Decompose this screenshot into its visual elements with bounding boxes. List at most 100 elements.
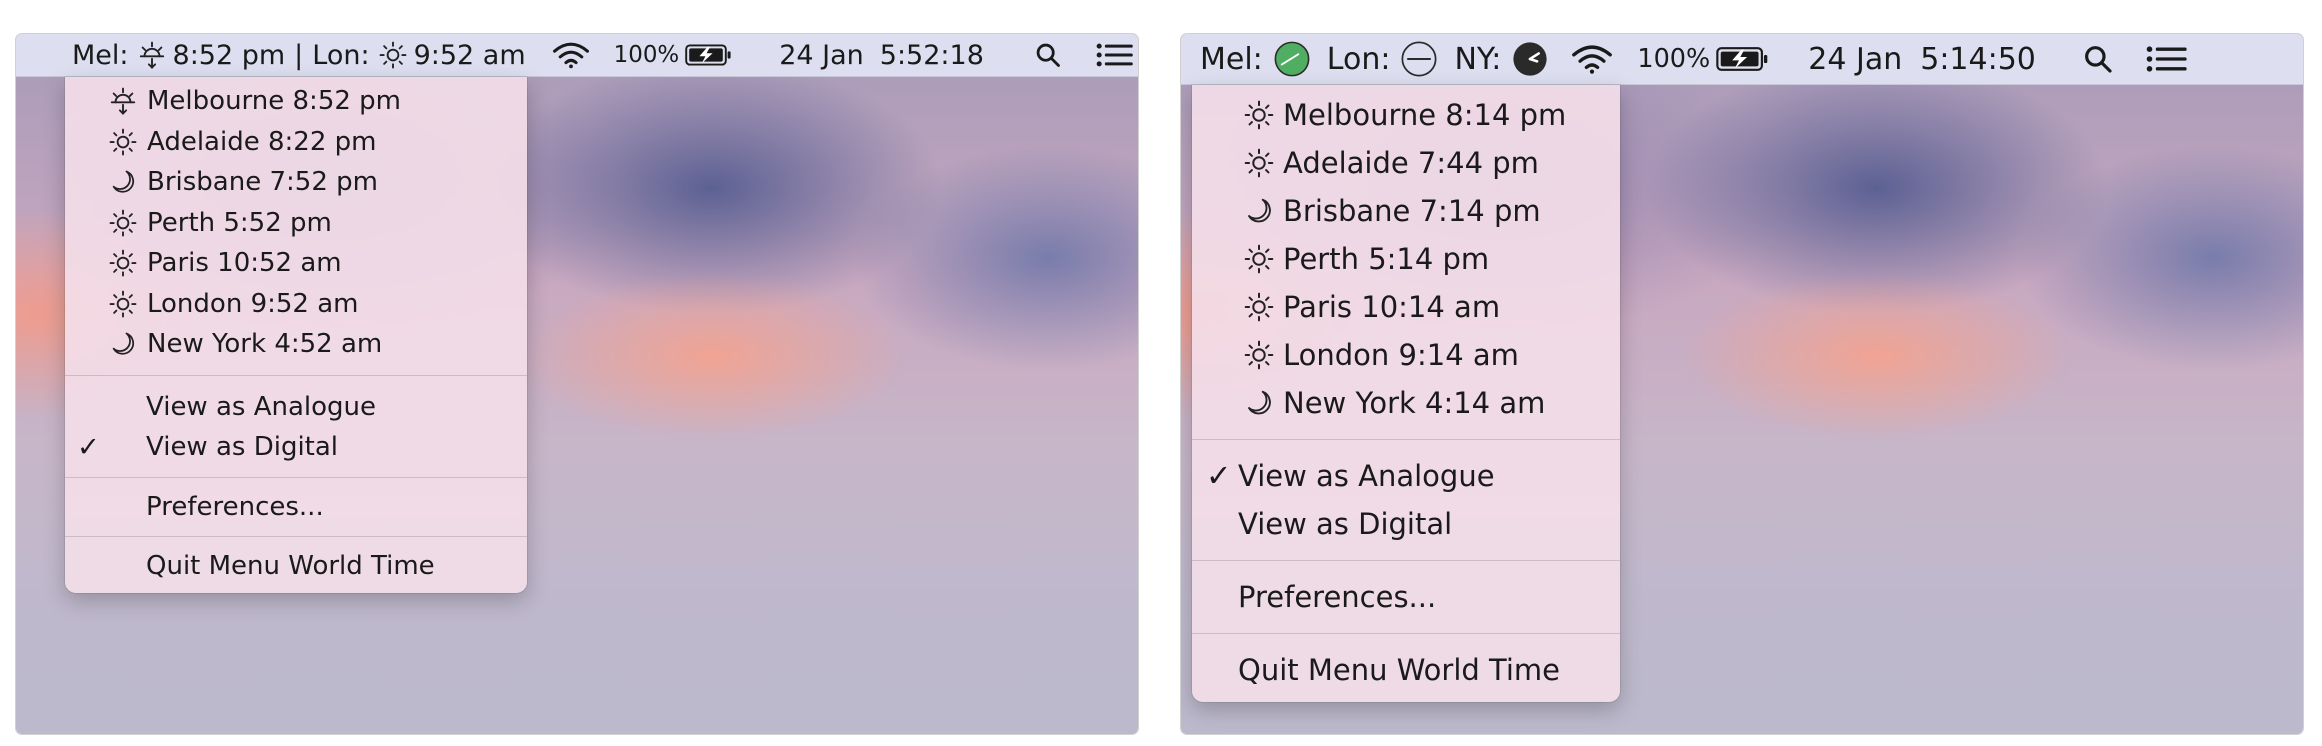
menu-item-brisbane[interactable]: Brisbane 7:14 pm: [1192, 187, 1620, 235]
menubar-clock[interactable]: 5:52:18: [880, 40, 984, 71]
lon-label: Lon:: [312, 39, 370, 71]
right-screenshot-panel: Mel: Lon: NY: 100% 24 Jan 5:14:50 Melbou…: [1181, 34, 2303, 734]
menubar-date[interactable]: 24 Jan: [779, 40, 864, 71]
sun-icon: [105, 127, 141, 157]
menu-item-label: Melbourne 8:14 pm: [1283, 98, 1567, 132]
menu-separator: [65, 374, 527, 376]
battery-charging-icon: [685, 43, 733, 67]
menu-item-quit[interactable]: Quit Menu World Time: [1192, 646, 1620, 694]
notification-center-icon[interactable]: [1096, 42, 1134, 68]
menu-item-adelaide[interactable]: Adelaide 8:22 pm: [65, 122, 527, 163]
world-time-menu-extra[interactable]: Mel: 8:52 pm | Lon: 9:52 am: [72, 40, 526, 71]
menu-item-label: View as Digital: [1238, 507, 1453, 541]
mel-label: Mel:: [1200, 41, 1263, 77]
menu-item-label: View as Analogue: [146, 391, 377, 422]
sun-icon: [378, 40, 408, 70]
menu-item-label: New York 4:52 am: [147, 329, 383, 360]
menu-item-perth[interactable]: Perth 5:14 pm: [1192, 235, 1620, 283]
menu-item-view-analogue[interactable]: View as Analogue: [65, 387, 527, 428]
sunset-icon: [105, 86, 141, 116]
menu-item-brisbane[interactable]: Brisbane 7:52 pm: [65, 162, 527, 203]
ny-label: NY:: [1454, 41, 1502, 77]
menu-item-london[interactable]: London 9:14 am: [1192, 331, 1620, 379]
lon-label: Lon:: [1326, 41, 1391, 77]
time-divider: |: [294, 39, 304, 71]
menu-item-label: Adelaide 7:44 pm: [1283, 146, 1539, 180]
analogue-clock-icon: [1400, 40, 1438, 78]
menu-separator: [65, 536, 527, 537]
moon-icon: [105, 168, 141, 196]
menu-item-preferences[interactable]: Preferences...: [65, 487, 527, 528]
left-screenshot-panel: Mel: 8:52 pm | Lon: 9:52 am 100% 24 Jan …: [16, 34, 1138, 734]
battery-percent: 100%: [1637, 44, 1711, 74]
menu-bar: Mel: Lon: NY: 100% 24 Jan 5:14:50: [1181, 34, 2303, 85]
lon-time: 9:52 am: [413, 39, 526, 71]
battery-percent: 100%: [613, 42, 680, 68]
menu-item-label: Quit Menu World Time: [1238, 653, 1560, 687]
menu-item-label: Quit Menu World Time: [146, 551, 435, 582]
checkmark-icon: ✓: [1206, 458, 1232, 494]
menu-item-perth[interactable]: Perth 5:52 pm: [65, 203, 527, 244]
menu-item-label: Melbourne 8:52 pm: [147, 86, 401, 117]
sunset-icon: [137, 40, 167, 70]
menu-item-london[interactable]: London 9:52 am: [65, 284, 527, 325]
menu-item-quit[interactable]: Quit Menu World Time: [65, 546, 527, 587]
menu-separator: [65, 476, 527, 478]
battery-status[interactable]: 100%: [1637, 44, 1770, 74]
search-icon[interactable]: [2082, 43, 2114, 75]
sun-icon: [1241, 99, 1277, 131]
moon-icon: [1241, 388, 1277, 418]
menu-item-adelaide[interactable]: Adelaide 7:44 pm: [1192, 139, 1620, 187]
sun-icon: [1241, 291, 1277, 323]
menu-item-melbourne[interactable]: Melbourne 8:52 pm: [65, 81, 527, 122]
world-time-dropdown-menu: Melbourne 8:14 pm Adelaide 7:44 pm Brisb…: [1192, 85, 1620, 702]
sun-icon: [105, 248, 141, 278]
world-time-dropdown-menu: Melbourne 8:52 pm Adelaide 8:22 pm Brisb…: [65, 77, 527, 593]
analogue-clock-icon: [1273, 40, 1311, 78]
menu-item-label: Brisbane 7:14 pm: [1283, 194, 1541, 228]
sun-icon: [1241, 339, 1277, 371]
mel-label: Mel:: [72, 39, 129, 71]
moon-icon: [1241, 196, 1277, 226]
battery-status[interactable]: 100%: [614, 42, 734, 68]
menu-item-melbourne[interactable]: Melbourne 8:14 pm: [1192, 91, 1620, 139]
menu-item-paris[interactable]: Paris 10:52 am: [65, 243, 527, 284]
menu-item-view-analogue[interactable]: ✓ View as Analogue: [1192, 452, 1620, 500]
menu-item-paris[interactable]: Paris 10:14 am: [1192, 283, 1620, 331]
notification-center-icon[interactable]: [2146, 45, 2188, 73]
sun-icon: [105, 289, 141, 319]
sun-icon: [105, 208, 141, 238]
menu-separator: [1192, 439, 1620, 440]
sun-icon: [1241, 243, 1277, 275]
menu-item-label: Preferences...: [1238, 580, 1437, 614]
menu-item-label: Perth 5:14 pm: [1283, 242, 1490, 276]
menu-item-label: London 9:52 am: [147, 288, 359, 319]
analogue-clock-icon: [1511, 40, 1549, 78]
world-time-menu-extra[interactable]: Mel: Lon: NY:: [1200, 40, 1549, 78]
menu-item-new-york[interactable]: New York 4:52 am: [65, 324, 527, 365]
menu-item-label: View as Digital: [146, 432, 339, 463]
battery-charging-icon: [1716, 45, 1770, 73]
menu-item-label: London 9:14 am: [1283, 338, 1519, 372]
menu-separator: [1192, 560, 1620, 561]
menu-separator: [1192, 633, 1620, 634]
menu-bar: Mel: 8:52 pm | Lon: 9:52 am 100% 24 Jan …: [16, 34, 1138, 77]
menu-item-preferences[interactable]: Preferences...: [1192, 573, 1620, 621]
menu-item-new-york[interactable]: New York 4:14 am: [1192, 379, 1620, 427]
search-icon[interactable]: [1034, 41, 1062, 69]
wifi-icon[interactable]: [1571, 43, 1613, 75]
mel-time: 8:52 pm: [172, 39, 286, 71]
menubar-date[interactable]: 24 Jan: [1808, 42, 1902, 77]
menu-item-view-digital[interactable]: ✓ View as Digital: [65, 427, 527, 468]
menu-item-label: Perth 5:52 pm: [147, 207, 332, 238]
menu-item-label: Paris 10:14 am: [1283, 290, 1501, 324]
wifi-icon[interactable]: [552, 41, 590, 69]
checkmark-icon: ✓: [77, 431, 100, 463]
menu-item-label: Adelaide 8:22 pm: [147, 126, 377, 157]
menu-item-view-digital[interactable]: View as Digital: [1192, 500, 1620, 548]
menu-item-label: Brisbane 7:52 pm: [147, 167, 378, 198]
menu-item-label: Paris 10:52 am: [147, 248, 342, 279]
menu-item-label: View as Analogue: [1238, 459, 1495, 493]
moon-icon: [105, 330, 141, 358]
menubar-clock[interactable]: 5:14:50: [1920, 42, 2036, 77]
